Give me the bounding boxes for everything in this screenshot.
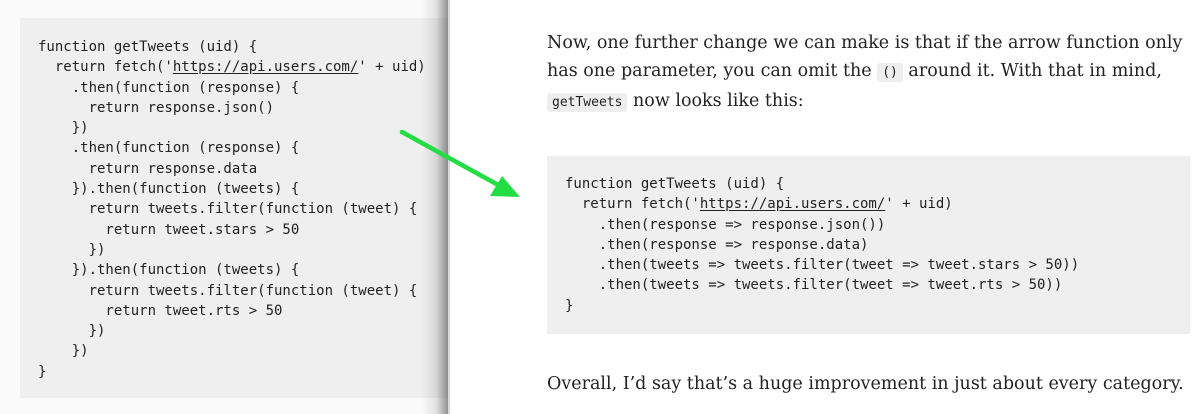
code-line: .then(function (response) {	[38, 79, 300, 96]
code-line: })	[38, 343, 89, 360]
code-url: https://api.users.com/	[172, 59, 359, 76]
inline-code-parens: ()	[877, 63, 903, 82]
code-url: https://api.users.com/	[699, 196, 886, 213]
pane-divider	[448, 0, 450, 414]
code-line: return tweets.filter(function (tweet) {	[38, 282, 418, 299]
code-line: function getTweets (uid) {	[565, 176, 785, 192]
code-line: return tweets.filter(function (tweet) {	[38, 201, 418, 218]
para-text-b: around it. With that in mind,	[902, 61, 1162, 81]
code-line: .then(response => response.data)	[565, 236, 869, 253]
code-block-after: function getTweets (uid) { return fetch(…	[547, 156, 1190, 334]
code-line: return fetch('https://api.users.com/' + …	[565, 196, 953, 213]
code-line: .then(tweets => tweets.filter(tweet => t…	[565, 277, 1063, 294]
code-line: }	[565, 297, 574, 314]
inline-code-gettweets: getTweets	[547, 93, 628, 112]
code-line: }).then(function (tweets) {	[38, 262, 300, 279]
code-line: return response.data	[38, 160, 258, 177]
paragraph-conclusion: Overall, I’d say that’s a huge improveme…	[547, 374, 1184, 394]
code-line: }).then(function (tweets) {	[38, 181, 300, 198]
code-line: return tweet.rts > 50	[38, 302, 283, 319]
code-line: })	[38, 120, 89, 137]
code-line: .then(response => response.json())	[565, 216, 886, 233]
green-arrow-icon	[399, 129, 520, 197]
code-line: return fetch('https://api.users.com/' + …	[38, 59, 426, 76]
para-text-c: now looks like this:	[627, 91, 804, 111]
code-line: })	[38, 323, 106, 340]
code-block-before: function getTweets (uid) { return fetch(…	[20, 18, 448, 398]
code-line: })	[38, 241, 106, 258]
code-line: function getTweets (uid) {	[38, 39, 258, 55]
code-after: function getTweets (uid) { return fetch(…	[565, 174, 1079, 316]
paragraph-intro: Now, one further change we can make is t…	[547, 29, 1187, 117]
code-line: .then(tweets => tweets.filter(tweet => t…	[565, 257, 1080, 274]
code-line: }	[38, 363, 47, 380]
code-line: .then(function (response) {	[38, 140, 300, 157]
code-line: return tweet.stars > 50	[38, 221, 300, 238]
code-line: return response.json()	[38, 99, 275, 116]
left-screenshot-pane: function getTweets (uid) { return fetch(…	[0, 0, 448, 414]
code-before: function getTweets (uid) { return fetch(…	[38, 37, 426, 382]
